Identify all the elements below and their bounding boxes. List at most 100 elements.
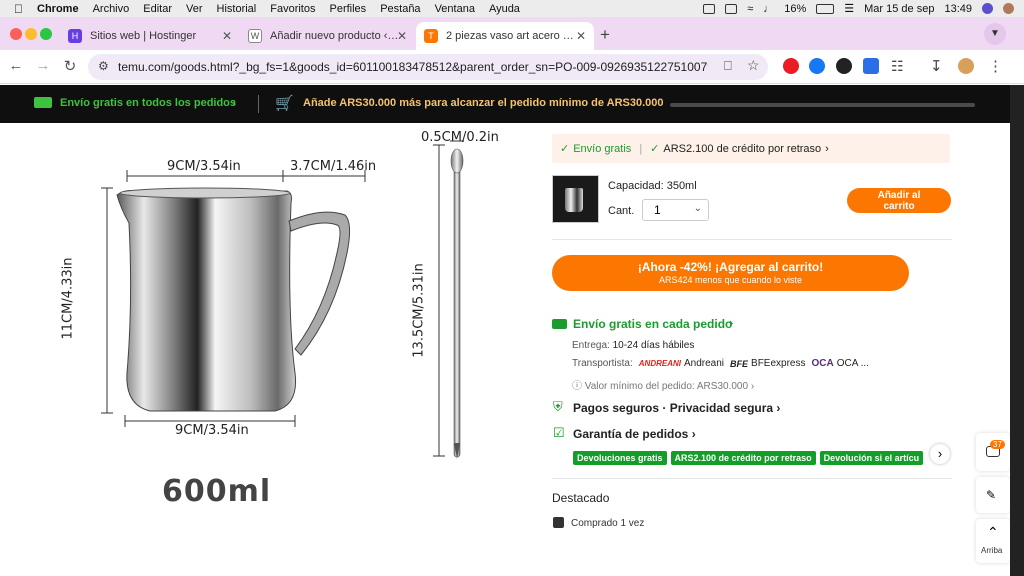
siri-icon[interactable] <box>982 3 993 14</box>
status-icon-2[interactable] <box>725 3 738 14</box>
back-button[interactable]: ← <box>6 57 26 74</box>
promo-minimum-order: Añade ARS30.000 más para alcanzar el ped… <box>303 97 664 109</box>
late-credit-label[interactable]: ARS2.100 de crédito por retraso <box>663 143 821 155</box>
pill-free-returns: Devoluciones gratis <box>573 451 667 465</box>
pills-next-button[interactable]: › <box>930 444 950 464</box>
menu-archivo[interactable]: Archivo <box>93 3 130 15</box>
free-shipping-label[interactable]: Envío gratis <box>573 143 631 155</box>
product-panel: ✓ Envío gratis | ✓ ARS2.100 de crédito p… <box>552 123 952 543</box>
battery-icon[interactable] <box>816 3 835 14</box>
order-guarantee[interactable]: Garantía de pedidos › <box>573 427 696 441</box>
macos-menubar:  Chrome Archivo Editar Ver Historial Fa… <box>0 0 1024 17</box>
url-text[interactable]: temu.com/goods.html?_bg_fs=1&goods_id=60… <box>118 60 708 74</box>
status-icon-1[interactable] <box>703 3 716 14</box>
clock-time[interactable]: 13:49 <box>944 3 972 15</box>
shield-icon: ⛨ <box>553 399 563 414</box>
chevron-down-icon: ⌄ <box>693 203 702 214</box>
bookmark-star-icon[interactable]: ☆ <box>747 57 760 74</box>
extension-icon-4[interactable] <box>863 58 879 74</box>
wifi-icon[interactable]: ≈ <box>747 3 753 15</box>
shipping-title[interactable]: Envío gratis en cada pedido <box>573 317 732 331</box>
back-to-top-label: Arriba <box>981 546 1003 555</box>
menu-editar[interactable]: Editar <box>143 3 172 15</box>
carrier-bfe: BFEexpress <box>751 358 806 369</box>
extension-icon-2[interactable] <box>809 58 825 74</box>
control-center-icon[interactable]: ☰ <box>844 2 854 15</box>
delivery-label: Entrega: <box>572 340 610 351</box>
site-info-icon[interactable]: ⚙ <box>98 59 109 73</box>
extensions-puzzle-icon[interactable]: ☷ <box>891 58 904 75</box>
menu-ver[interactable]: Ver <box>186 3 203 15</box>
shipping-info-box: ✓ Envío gratis | ✓ ARS2.100 de crédito p… <box>552 134 950 163</box>
install-app-icon[interactable]: ⎕ <box>724 58 732 74</box>
tab-search-button[interactable]: ▼ <box>984 23 1006 45</box>
min-order-row[interactable]: ⓘ Valor mínimo del pedido: ARS30.000 › <box>572 377 754 392</box>
tab-temu[interactable]: T 2 piezas vaso art acero inoxid ✕ <box>416 22 594 50</box>
menu-app-name[interactable]: Chrome <box>37 3 79 15</box>
delivery-row: Entrega: 10-24 días hábiles <box>572 340 694 351</box>
menu-ventana[interactable]: Ventana <box>435 3 475 15</box>
thumbnail-pitcher <box>565 188 583 212</box>
temu-icon: T <box>424 29 438 43</box>
dimension-spoon-length: 13.5CM/5.31in <box>411 263 427 358</box>
user-avatar-icon[interactable] <box>1003 3 1014 14</box>
volume-icon[interactable]: ♩ <box>763 3 774 15</box>
add-to-cart-label: Añadir al carrito <box>877 190 921 212</box>
product-image[interactable]: 9CM/3.54in 3.7CM/1.46in 11CM/4.33in 9CM/… <box>55 123 510 523</box>
tab-title: Sitios web | Hostinger <box>90 30 197 42</box>
close-tab-icon[interactable]: ✕ <box>397 29 407 43</box>
guarantee-pills: Devoluciones gratis ARS2.100 de crédito p… <box>573 448 933 466</box>
menu-pestana[interactable]: Pestaña <box>380 3 420 15</box>
quantity-select[interactable]: 1 ⌄ <box>642 199 709 221</box>
deal-add-to-cart-button[interactable]: ¡Ahora -42%! ¡Agregar al carrito! ARS424… <box>552 255 909 291</box>
carrier-label: Transportista: <box>572 358 633 369</box>
capacity-option: Capacidad: 350ml <box>608 180 697 192</box>
close-window-button[interactable] <box>10 28 22 40</box>
close-tab-icon[interactable]: ✕ <box>222 29 232 43</box>
scrollbar[interactable] <box>1010 85 1024 576</box>
chat-button[interactable]: 37 <box>976 433 1010 471</box>
capacity-label: 600ml <box>162 474 272 509</box>
dimension-height: 11CM/4.33in <box>60 257 76 340</box>
minimize-window-button[interactable] <box>25 28 37 40</box>
new-tab-button[interactable]: + <box>600 25 610 45</box>
bag-icon <box>553 517 564 528</box>
min-order-text: Valor mínimo del pedido: ARS30.000 <box>584 381 749 392</box>
apple-icon[interactable]:  <box>14 2 23 16</box>
secure-payments-label: Pagos seguros · Privacidad segura <box>573 401 774 415</box>
menu-favoritos[interactable]: Favoritos <box>270 3 315 15</box>
featured-heading: Destacado <box>552 491 610 505</box>
menu-historial[interactable]: Historial <box>217 3 257 15</box>
carrier-row: Transportista: ANDREANI Andreani BFE BFE… <box>572 358 869 369</box>
sku-thumbnail[interactable] <box>552 175 599 223</box>
check-icon: ✓ <box>560 143 570 155</box>
menu-ayuda[interactable]: Ayuda <box>489 3 520 15</box>
tab-wordpress[interactable]: W Añadir nuevo producto ‹ — W ✕ <box>240 22 415 50</box>
profile-avatar-icon[interactable] <box>958 58 974 74</box>
chevron-right-icon: › <box>691 427 696 441</box>
back-to-top-button[interactable]: ⌃ Arriba <box>976 519 1010 563</box>
menu-perfiles[interactable]: Perfiles <box>330 3 367 15</box>
bought-count: Comprado 1 vez <box>571 518 645 529</box>
zoom-window-button[interactable] <box>40 28 52 40</box>
close-tab-icon[interactable]: ✕ <box>576 29 586 43</box>
extension-icon-3[interactable] <box>836 58 852 74</box>
tab-hostinger[interactable]: H Sitios web | Hostinger ✕ <box>60 22 240 50</box>
secure-payments[interactable]: Pagos seguros · Privacidad segura › <box>573 401 780 415</box>
battery-percent[interactable]: 16% <box>784 3 806 15</box>
quantity-label: Cant. <box>608 205 635 217</box>
address-bar[interactable]: ⚙ temu.com/goods.html?_bg_fs=1&goods_id=… <box>88 54 768 80</box>
oca-logo: OCA <box>811 358 834 369</box>
notes-button[interactable]: ✎ <box>976 477 1010 513</box>
add-to-cart-button[interactable]: Añadir al carrito <box>847 188 951 213</box>
forward-button[interactable]: → <box>33 57 53 74</box>
promo-free-shipping[interactable]: Envío gratis en todos los pedidos <box>60 97 236 109</box>
browser-menu-icon[interactable]: ⋮ <box>988 57 1003 75</box>
opera-extension-icon[interactable] <box>783 58 799 74</box>
tab-title: 2 piezas vaso art acero inoxid <box>446 30 576 42</box>
dimension-spoon-width: 0.5CM/0.2in <box>421 130 499 145</box>
reload-button[interactable]: ↻ <box>60 57 80 75</box>
download-icon[interactable]: ↧ <box>930 57 943 75</box>
clock-date[interactable]: Mar 15 de sep <box>864 3 934 15</box>
guarantee-label: Garantía de pedidos <box>573 427 689 441</box>
